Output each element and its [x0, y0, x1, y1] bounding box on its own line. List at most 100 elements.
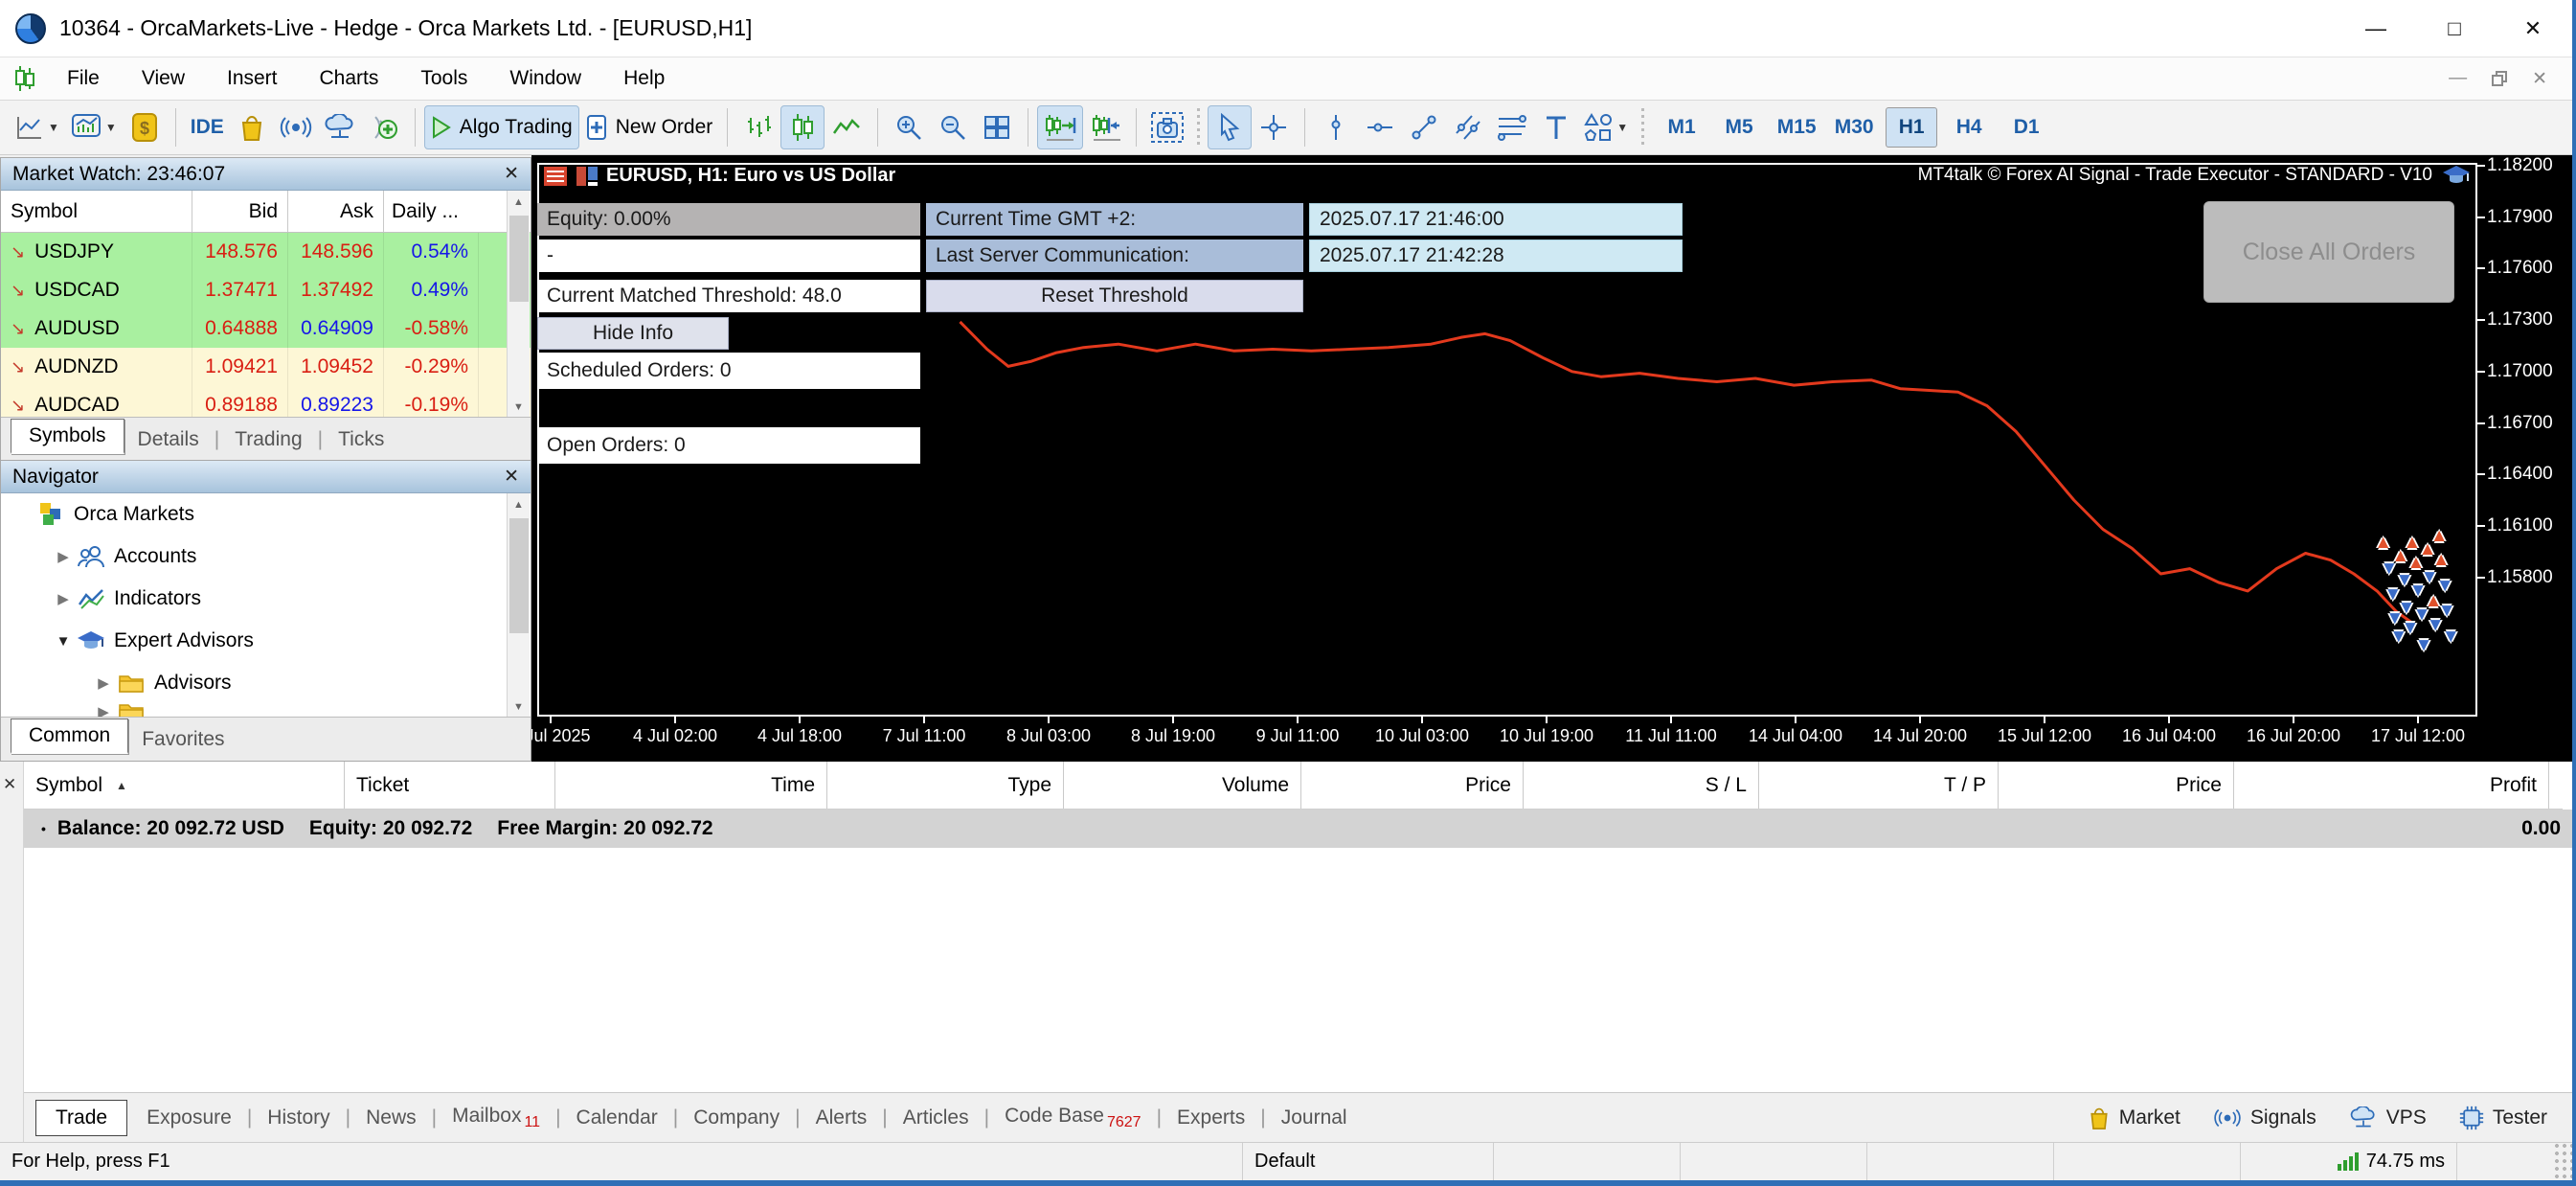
- toolbox-tab-calendar[interactable]: Calendar: [563, 1106, 671, 1129]
- chart-shift-button[interactable]: [1083, 105, 1127, 149]
- tab-ticks[interactable]: Ticks: [325, 428, 397, 451]
- connection-status[interactable]: 74.75 ms: [2241, 1143, 2457, 1180]
- market-watch-row-audnzd[interactable]: ↘AUDNZD1.094211.09452-0.29%: [1, 348, 531, 386]
- toolbox-tab-alerts[interactable]: Alerts: [802, 1106, 881, 1129]
- channel-tool-button[interactable]: [1446, 105, 1490, 149]
- scroll-down-icon[interactable]: ▼: [508, 396, 530, 419]
- candlestick-mode-button[interactable]: [780, 105, 825, 149]
- toolbox-tab-news[interactable]: News: [352, 1106, 430, 1129]
- doc-close-button[interactable]: ✕: [2532, 68, 2547, 90]
- tab-details[interactable]: Details: [124, 428, 213, 451]
- market-watch-scrollbar[interactable]: ▲ ▼: [507, 191, 530, 419]
- toolbox-tab-company[interactable]: Company: [680, 1106, 793, 1129]
- dock-tester-button[interactable]: Tester: [2459, 1106, 2547, 1130]
- orders-column-sl[interactable]: S / L: [1524, 762, 1759, 809]
- column-symbol[interactable]: Symbol: [1, 191, 192, 232]
- orders-column-tp[interactable]: T / P: [1759, 762, 1999, 809]
- toolbox-close-icon[interactable]: ✕: [3, 775, 16, 794]
- orders-column-price[interactable]: Price: [1301, 762, 1524, 809]
- text-tool-button[interactable]: [1534, 105, 1578, 149]
- dock-market-button[interactable]: Market: [2088, 1106, 2181, 1130]
- cursor-tool-button[interactable]: [1208, 105, 1252, 149]
- scrollbar-thumb[interactable]: [509, 518, 529, 633]
- screenshot-button[interactable]: [1145, 105, 1189, 149]
- maximize-button[interactable]: □: [2415, 0, 2494, 57]
- timeframe-h4[interactable]: H4: [1943, 107, 1995, 148]
- nav-item-orca-markets[interactable]: Orca Markets: [1, 493, 531, 536]
- tab-common[interactable]: Common: [11, 718, 128, 754]
- chart-area[interactable]: ▲▼▼▼▼▲▼▼▼▲▲▼▼▼▲▼▲▼▲▲▼▼▼ EURUSD, H1: Euro…: [531, 155, 2576, 762]
- line-chart-mode-button[interactable]: [825, 105, 869, 149]
- scroll-up-icon[interactable]: ▲: [508, 191, 530, 214]
- close-all-orders-button[interactable]: Close All Orders: [2203, 201, 2454, 303]
- chevron-down-icon[interactable]: ▼: [51, 633, 76, 650]
- signals-button[interactable]: [274, 105, 318, 149]
- chart-type-dropdown[interactable]: ▼: [10, 105, 65, 149]
- shapes-tool-dropdown[interactable]: ▼: [1578, 105, 1634, 149]
- vertical-line-tool-button[interactable]: [1314, 105, 1358, 149]
- algo-trading-button[interactable]: Algo Trading: [424, 105, 579, 149]
- fibonacci-tool-button[interactable]: [1490, 105, 1534, 149]
- toolbox-tab-mailbox[interactable]: Mailbox11: [439, 1105, 554, 1131]
- menu-file[interactable]: File: [46, 57, 121, 100]
- menu-help[interactable]: Help: [602, 57, 686, 100]
- orders-column-type[interactable]: Type: [827, 762, 1064, 809]
- crosshair-tool-button[interactable]: [1252, 105, 1296, 149]
- close-icon[interactable]: ✕: [504, 163, 519, 185]
- chevron-right-icon[interactable]: ▶: [51, 548, 76, 565]
- toolbox-tab-experts[interactable]: Experts: [1164, 1106, 1258, 1129]
- hide-info-button[interactable]: Hide Info: [537, 317, 729, 350]
- vps-button[interactable]: [318, 105, 362, 149]
- tile-windows-button[interactable]: [975, 105, 1019, 149]
- toolbox-tab-history[interactable]: History: [254, 1106, 343, 1129]
- column-bid[interactable]: Bid: [192, 191, 288, 232]
- trendline-tool-button[interactable]: [1402, 105, 1446, 149]
- menu-insert[interactable]: Insert: [206, 57, 299, 100]
- tab-favorites[interactable]: Favorites: [128, 728, 237, 751]
- tab-symbols[interactable]: Symbols: [11, 419, 124, 454]
- chart-profile-dropdown[interactable]: ▼: [65, 105, 123, 149]
- nav-item-expert-advisors[interactable]: ▼Expert Advisors: [1, 620, 531, 662]
- column-daily[interactable]: Daily ...: [384, 191, 479, 232]
- close-button[interactable]: ✕: [2494, 0, 2572, 57]
- timeframe-m5[interactable]: M5: [1713, 107, 1765, 148]
- deposit-button[interactable]: $: [123, 105, 167, 149]
- close-icon[interactable]: ✕: [504, 466, 519, 488]
- orders-column-ticket[interactable]: Ticket: [345, 762, 555, 809]
- toolbox-tab-trade[interactable]: Trade: [35, 1100, 127, 1136]
- toolbox-tab-articles[interactable]: Articles: [890, 1106, 983, 1129]
- tab-trading[interactable]: Trading: [221, 428, 315, 451]
- nav-item-accounts[interactable]: ▶Accounts: [1, 536, 531, 578]
- orders-column-time[interactable]: Time: [555, 762, 827, 809]
- nav-item-advisors[interactable]: ▶Advisors: [1, 662, 531, 704]
- zoom-in-button[interactable]: [887, 105, 931, 149]
- ide-button[interactable]: IDE: [185, 105, 230, 149]
- timeframe-d1[interactable]: D1: [2000, 107, 2052, 148]
- new-order-button[interactable]: New Order: [579, 105, 719, 149]
- nav-item-indicators[interactable]: ▶Indicators: [1, 578, 531, 620]
- market-watch-row-audcad[interactable]: ↘AUDCAD0.891880.89223-0.19%: [1, 386, 531, 419]
- navigator-scrollbar[interactable]: ▲ ▼: [507, 493, 530, 718]
- resize-grip[interactable]: [2551, 1143, 2576, 1180]
- bar-chart-mode-button[interactable]: [736, 105, 780, 149]
- doc-restore-button[interactable]: [2492, 71, 2507, 86]
- orders-column-symbol[interactable]: Symbol▲: [24, 762, 345, 809]
- auto-scroll-button[interactable]: [1037, 105, 1083, 149]
- chevron-right-icon[interactable]: ▶: [91, 674, 116, 692]
- toolbox-tab-exposure[interactable]: Exposure: [133, 1106, 245, 1129]
- menu-charts[interactable]: Charts: [299, 57, 400, 100]
- toolbox-tab-journal[interactable]: Journal: [1268, 1106, 1361, 1129]
- navigator-header[interactable]: Navigator ✕: [1, 461, 531, 493]
- reset-threshold-button[interactable]: Reset Threshold: [926, 280, 1303, 312]
- dock-vps-button[interactable]: VPS: [2349, 1106, 2427, 1129]
- menu-window[interactable]: Window: [488, 57, 602, 100]
- market-button[interactable]: [230, 105, 274, 149]
- timeframe-m15[interactable]: M15: [1771, 107, 1822, 148]
- horizontal-line-tool-button[interactable]: [1358, 105, 1402, 149]
- timeframe-h1[interactable]: H1: [1886, 107, 1937, 148]
- scroll-up-icon[interactable]: ▲: [508, 493, 530, 516]
- orders-column-volume[interactable]: Volume: [1064, 762, 1301, 809]
- doc-minimize-button[interactable]: —: [2449, 68, 2467, 89]
- minimize-button[interactable]: —: [2337, 0, 2415, 57]
- orders-column-profit[interactable]: Profit: [2234, 762, 2549, 809]
